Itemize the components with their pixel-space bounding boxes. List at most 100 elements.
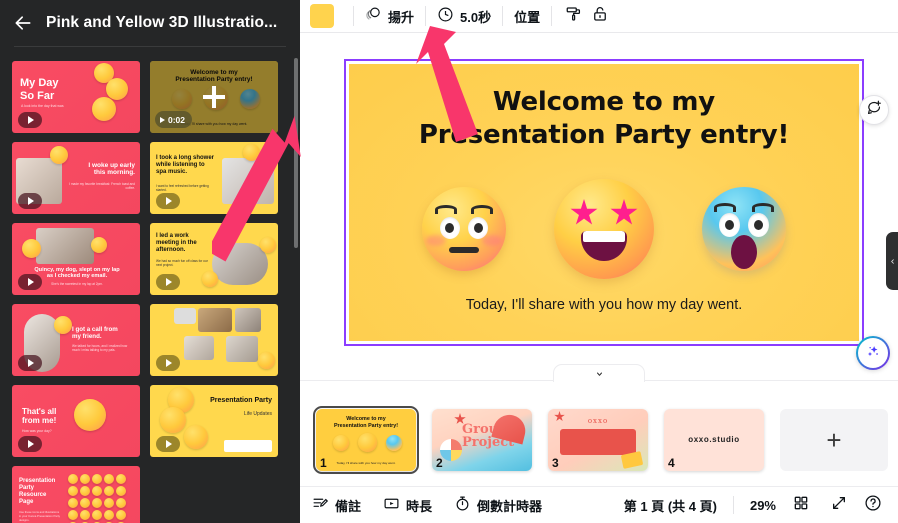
thumb-photo: [198, 308, 232, 332]
lock-button[interactable]: [587, 3, 613, 29]
list-item[interactable]: Presentation Party Resource Page Use these …: [12, 466, 140, 523]
slide-title-line2: Presentation Party entry!: [418, 120, 790, 151]
plus-icon: +: [826, 424, 842, 455]
mini-emoji-icon: [91, 237, 107, 253]
play-badge[interactable]: [18, 436, 42, 452]
page-card-title: Welcome to my Presentation Party entry!: [333, 416, 399, 430]
play-icon: [28, 278, 34, 286]
collapse-sidebar-button[interactable]: [886, 232, 898, 290]
play-icon: [28, 359, 34, 367]
play-badge[interactable]: [156, 193, 180, 209]
color-swatch-button[interactable]: [310, 4, 334, 28]
thumb-subtitle: A look into the day that was: [21, 104, 64, 108]
list-item[interactable]: Quincy, my dog, slept on my lap as I chec…: [12, 223, 140, 295]
page-number: 3: [552, 456, 559, 470]
timeline-button[interactable]: 時長: [383, 495, 432, 515]
duration-button[interactable]: 5.0秒: [435, 3, 493, 29]
timeline-icon: [383, 495, 400, 515]
slide-canvas[interactable]: Welcome to my Presentation Party entry!: [349, 64, 859, 341]
expand-icon: [831, 495, 847, 516]
sidebar-scrollbar[interactable]: [294, 58, 298, 248]
play-badge[interactable]: [18, 274, 42, 290]
page-card-title: oxxo: [587, 417, 609, 425]
play-badge[interactable]: [156, 436, 180, 452]
thumb-photo: [174, 308, 196, 324]
thumb-photo: [226, 336, 258, 362]
thumb-photo: [212, 243, 268, 285]
stopwatch-icon: [454, 495, 471, 515]
unlock-icon: [591, 5, 609, 28]
canvas-area: Welcome to my Presentation Party entry!: [300, 33, 898, 380]
page-card-sub: Today, I'll share with you how my day we…: [336, 461, 396, 465]
thumb-title: I took a long shower while listening to sp…: [156, 155, 215, 175]
play-icon: [28, 197, 34, 205]
sidebar-header: Pink and Yellow 3D Illustratio...: [0, 0, 300, 46]
list-item[interactable]: My Day So Far A look into the day that wa…: [12, 61, 140, 133]
grid-view-icon: [793, 495, 809, 516]
notes-button[interactable]: 備註: [312, 495, 361, 515]
countdown-timer-button[interactable]: 倒數計時器: [454, 495, 542, 515]
page-number: 4: [668, 456, 675, 470]
toolbar-divider: [551, 6, 553, 26]
screaming-face-icon[interactable]: [702, 187, 786, 271]
slide-subtitle[interactable]: Today, I'll share with you how my day we…: [349, 297, 859, 313]
thumb-title: I woke up early this morning.: [88, 162, 135, 177]
timeline-label: 時長: [406, 498, 433, 514]
help-icon: [864, 494, 882, 517]
mini-emoji-icon: [22, 239, 41, 258]
play-badge[interactable]: [18, 112, 42, 128]
list-item[interactable]: I got a call from my friend. We talked fo…: [12, 304, 140, 376]
add-page-button[interactable]: +: [780, 409, 888, 471]
sidebar-title: Pink and Yellow 3D Illustratio...: [46, 14, 278, 31]
thumb-photo: [222, 158, 274, 204]
play-icon: [166, 440, 172, 448]
fullscreen-button[interactable]: [826, 492, 852, 518]
position-button[interactable]: 位置: [512, 4, 542, 29]
grid-view-button[interactable]: [788, 492, 814, 518]
mini-emoji-icon: [74, 399, 106, 431]
play-icon: [166, 278, 172, 286]
copy-style-button[interactable]: [561, 3, 587, 29]
play-badge[interactable]: [18, 193, 42, 209]
play-badge[interactable]: [156, 274, 180, 290]
page-card-4[interactable]: oxxo.studio 4: [664, 409, 764, 471]
duration-badge[interactable]: 0:02: [155, 111, 193, 128]
page-card-2[interactable]: Group Project 2: [432, 409, 532, 471]
play-badge[interactable]: [156, 355, 180, 371]
list-item[interactable]: [150, 304, 278, 376]
mini-emoji-icon: [243, 144, 260, 161]
zoom-level[interactable]: 29%: [750, 498, 776, 513]
star-struck-face-icon[interactable]: [554, 179, 654, 279]
play-icon: [160, 116, 165, 123]
page-card-1[interactable]: Welcome to my Presentation Party entry! T…: [313, 406, 419, 474]
collapse-pagestrip-button[interactable]: [553, 364, 645, 382]
animate-button[interactable]: 揚升: [363, 3, 416, 29]
toolbar-divider: [353, 6, 354, 26]
mini-emoji-icon: [358, 433, 377, 452]
page-strip: Welcome to my Presentation Party entry! T…: [300, 364, 898, 486]
back-arrow-icon[interactable]: [12, 12, 34, 34]
page-card-body-block: [560, 429, 636, 455]
toolbar-divider: [502, 6, 504, 26]
template-thumbnail-list: My Day So Far A look into the day that wa…: [0, 53, 300, 523]
editor-main: 揚升 5.0秒 位置 Welcome to my Presentation Pa…: [300, 0, 898, 523]
mini-emoji-icon: [386, 435, 402, 451]
list-item[interactable]: Welcome to my Presentation Party entry! T…: [150, 61, 278, 133]
page-card-3[interactable]: oxxo 3: [548, 409, 648, 471]
thumb-title: Presentation Party Resource Page: [19, 478, 56, 505]
list-item[interactable]: I woke up early this morning. I made my f…: [12, 142, 140, 214]
list-item[interactable]: That's all from me! How was your day?: [12, 385, 140, 457]
help-button[interactable]: [860, 492, 886, 518]
emoji-grid: [68, 474, 134, 523]
list-item[interactable]: I took a long shower while listening to sp…: [150, 142, 278, 214]
thumb-subtitle: I made my favorite breakfast: French toa…: [69, 182, 135, 190]
slide-selection-border: Welcome to my Presentation Party entry!: [344, 59, 864, 346]
list-item[interactable]: Presentation Party Life Updates: [150, 385, 278, 457]
list-item[interactable]: I led a work meeting in the afternoon. We …: [150, 223, 278, 295]
add-comment-button[interactable]: [859, 95, 889, 125]
selected-slide-wrapper[interactable]: Welcome to my Presentation Party entry!: [344, 59, 864, 346]
page-title[interactable]: Welcome to my Presentation Party entry!: [349, 86, 859, 153]
play-badge[interactable]: [18, 355, 42, 371]
magic-button[interactable]: [856, 336, 890, 370]
flushed-neutral-face-icon[interactable]: [422, 187, 506, 271]
